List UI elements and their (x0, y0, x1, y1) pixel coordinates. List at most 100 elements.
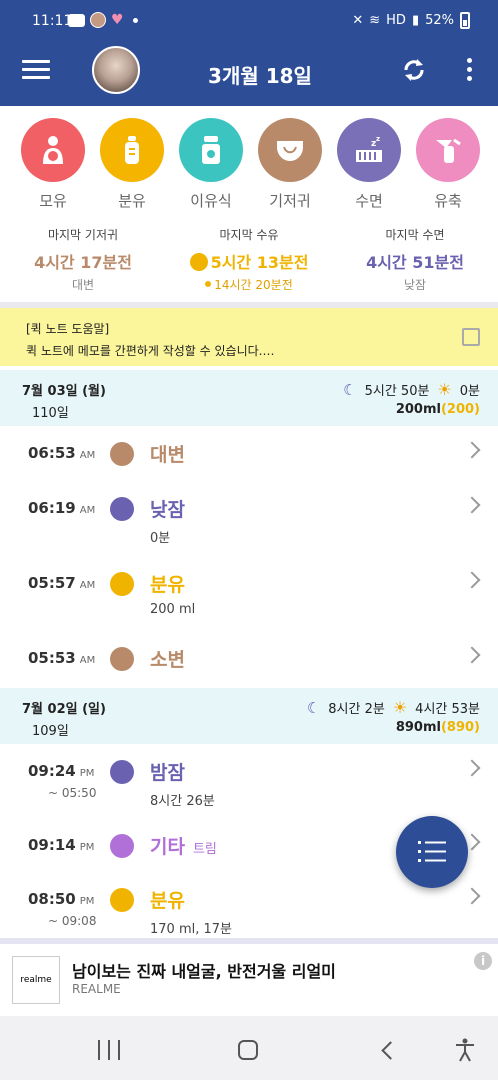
chevron-right-icon (463, 887, 481, 905)
entry-end-time: ~ 05:50 (48, 786, 97, 800)
entry-ampm: PM (79, 842, 95, 853)
ad-banner[interactable]: realme 남이보는 진짜 내얼굴, 반전거울 리얼미 REALME i (0, 944, 498, 1014)
entry-time: 05:57 (28, 574, 76, 592)
pump-icon (416, 118, 480, 182)
menu-icon[interactable] (22, 60, 50, 80)
category-baby-food-button[interactable]: 이유식 (171, 118, 251, 211)
back-icon[interactable] (381, 1041, 400, 1060)
sun-icon: ☀ (392, 698, 408, 717)
sun-icon: ☀ (437, 380, 452, 399)
formula-icon (110, 888, 134, 912)
wifi-icon: ≋ (369, 13, 381, 28)
entry-end-time: ~ 09:08 (48, 914, 97, 928)
entry-time: 06:53 (28, 444, 76, 462)
list-menu-button[interactable] (396, 816, 468, 888)
entry-time: 09:24 (28, 762, 76, 780)
log-entry[interactable]: 09:24 PM ~ 05:50 밤잠 8시간 26분 (0, 748, 498, 818)
ad-title: 남이보는 진짜 내얼굴, 반전거울 리얼미 (72, 962, 336, 981)
accessibility-icon[interactable] (454, 1038, 476, 1062)
category-label: 모유 (39, 192, 67, 210)
entry-time: 05:53 (28, 649, 76, 667)
sleep-icon: zz (337, 118, 401, 182)
diaper-icon (110, 647, 134, 671)
network-type: HD (386, 13, 406, 28)
info-icon[interactable]: i (474, 952, 492, 970)
day-sleep-total: 4시간 53분 (415, 702, 480, 717)
chevron-right-icon (463, 646, 481, 664)
entry-name: 기타 (150, 836, 185, 858)
day-age: 110일 (32, 406, 69, 421)
list-icon (418, 841, 446, 862)
ml-total: 200ml (395, 402, 441, 417)
summary-title: 마지막 수면 (385, 228, 445, 242)
category-label: 이유식 (190, 192, 232, 210)
quick-note-text: 퀵 노트에 메모를 간편하게 작성할 수 있습니다.… (26, 344, 275, 358)
sync-icon[interactable] (400, 56, 428, 84)
entry-ampm: AM (79, 505, 96, 516)
bottle-icon (100, 118, 164, 182)
battery-icon (460, 12, 470, 29)
more-options-icon[interactable] (462, 56, 476, 84)
baby-avatar[interactable] (92, 46, 140, 94)
entry-name: 소변 (150, 649, 185, 671)
log-entry[interactable]: 05:57 AM 분유 200 ml (0, 560, 498, 630)
summary-value: 4시간 17분전 (34, 253, 132, 272)
baby-food-icon (179, 118, 243, 182)
notification-dot-icon (132, 17, 138, 23)
log-entry[interactable]: 06:19 AM 낮잠 0분 (0, 485, 498, 555)
summary-title: 마지막 기저귀 (47, 228, 119, 242)
edit-note-icon[interactable] (462, 328, 480, 346)
status-bar: 11:11 ♥ ✕ ≋ HD ▮ 52% (0, 0, 498, 34)
battery-percent: 52% (425, 13, 454, 28)
entry-detail: 200 ml (150, 602, 196, 617)
entry-name: 분유 (150, 574, 185, 596)
summary-title: 마지막 수유 (219, 228, 279, 242)
day-header: 7월 03일 (월) 110일 ☾ 5시간 50분 ☀ 0분 200ml(200… (0, 370, 498, 426)
night-sleep-total: 8시간 2분 (328, 702, 385, 717)
page-title: 3개월 18일 (208, 64, 312, 88)
log-entry[interactable]: 05:53 AM 소변 (0, 635, 498, 695)
category-diaper-button[interactable]: 기저귀 (250, 118, 330, 211)
summary-sub: 낮잠 (403, 278, 427, 292)
entry-detail: 0분 (150, 531, 171, 546)
chevron-right-icon (463, 759, 481, 777)
system-icons: ✕ ≋ HD ▮ 52% (352, 12, 470, 29)
night-sleep-total: 5시간 50분 (364, 384, 430, 399)
summary-sub: 대변 (71, 278, 95, 292)
entry-name: 대변 (150, 444, 185, 466)
mute-icon: ✕ (352, 13, 364, 28)
category-sleep-button[interactable]: zz 수면 (329, 118, 409, 211)
quick-note[interactable]: [퀵 노트 도움말] 퀵 노트에 메모를 간편하게 작성할 수 있습니다.… (0, 308, 498, 366)
home-icon[interactable] (238, 1040, 258, 1060)
last-sleep-summary[interactable]: 마지막 수면 4시간 51분전 낮잠 (340, 226, 490, 293)
notification-icons: ♥ (68, 12, 138, 28)
summary-sub: 14시간 20분전 (214, 278, 293, 292)
notification-app-icon (68, 13, 85, 27)
chevron-right-icon (463, 496, 481, 514)
formula-icon (189, 253, 208, 271)
log-entry[interactable]: 06:53 AM 대변 (0, 430, 498, 490)
summary-value: 4시간 51분전 (366, 253, 464, 272)
category-label: 분유 (118, 192, 146, 210)
last-diaper-summary[interactable]: 마지막 기저귀 4시간 17분전 대변 (8, 226, 158, 293)
category-label: 수면 (355, 192, 383, 210)
entry-tag: 트림 (192, 842, 217, 857)
category-pump-button[interactable]: 유축 (408, 118, 488, 211)
last-feeding-summary[interactable]: 마지막 수유 5시간 13분전 14시간 20분전 (174, 226, 324, 293)
diaper-icon (258, 118, 322, 182)
entry-detail: 8시간 26분 (150, 794, 215, 809)
sleep-icon (110, 497, 134, 521)
day-age: 109일 (32, 724, 69, 739)
ml-formula: (890) (440, 720, 480, 735)
formula-icon (110, 572, 134, 596)
category-breastfeeding-button[interactable]: 모유 (13, 118, 93, 211)
signal-icon: ▮ (411, 13, 420, 28)
category-formula-button[interactable]: 분유 (92, 118, 172, 211)
category-row: 모유 분유 이유식 기저귀 zz 수면 유축 (0, 118, 498, 218)
summary-value: 5시간 13분전 (210, 253, 309, 272)
chevron-right-icon (463, 441, 481, 459)
entry-ampm: PM (79, 896, 95, 907)
recent-apps-icon[interactable] (98, 1040, 120, 1060)
notification-avatar-icon (90, 12, 106, 28)
quick-note-title: [퀵 노트 도움말] (26, 322, 110, 336)
